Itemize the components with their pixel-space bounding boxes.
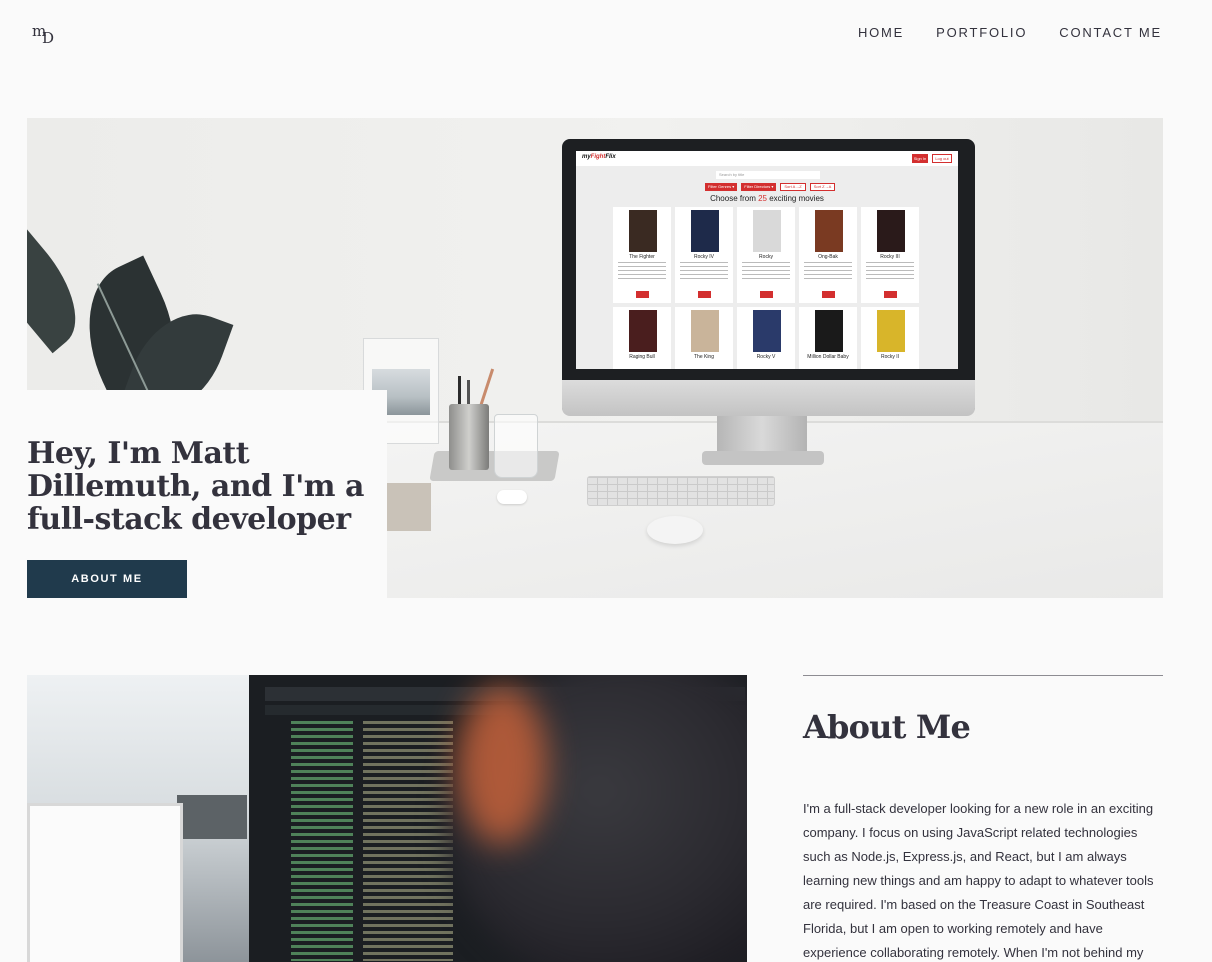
movie-title: The Fighter — [629, 254, 655, 260]
about-text: I'm a full-stack developer looking for a… — [803, 801, 1154, 960]
movie-poster — [815, 310, 843, 352]
movie-description — [618, 262, 666, 280]
movie-title: Rocky III — [880, 254, 900, 260]
movie-description — [680, 262, 728, 280]
nav-portfolio-link[interactable]: PORTFOLIO — [936, 25, 1027, 40]
movie-poster — [629, 310, 657, 352]
movie-card: Rocky — [737, 207, 795, 303]
nav-contact-link[interactable]: CONTACT ME — [1059, 25, 1162, 40]
notebook — [387, 483, 431, 531]
movie-poster — [691, 310, 719, 352]
movie-card: Rocky V — [737, 307, 795, 369]
movie-poster — [691, 210, 719, 252]
hero-title: Hey, I'm Matt Dillemuth, and I'm a full-… — [27, 436, 364, 537]
movie-poster — [815, 210, 843, 252]
monitor-stand-base — [702, 451, 824, 465]
about-title: About Me — [803, 708, 971, 746]
movie-title: Rocky II — [880, 354, 900, 360]
movie-title: Raging Bull — [629, 354, 655, 360]
movie-view-button — [760, 291, 773, 298]
movie-description — [866, 262, 914, 280]
screen-filter: Filter Directors ▾ — [741, 183, 777, 191]
screen-brand-accent: Fight — [590, 154, 606, 160]
main-nav: HOME PORTFOLIO CONTACT ME — [858, 25, 1162, 40]
movie-view-button — [698, 291, 711, 298]
screen-logout-button: Log out — [932, 154, 952, 163]
movie-view-button — [636, 291, 649, 298]
movie-poster — [629, 210, 657, 252]
movie-description — [804, 262, 852, 280]
screen-signin-button: Sign In — [912, 154, 928, 163]
screen-heading-suffix: exciting movies — [767, 194, 824, 203]
movie-poster — [753, 310, 781, 352]
movie-card: The King — [675, 307, 733, 369]
monitor-stand — [717, 416, 807, 456]
hero-intro-card: Hey, I'm Matt Dillemuth, and I'm a full-… — [27, 390, 387, 598]
screen-brand-prefix: my — [582, 154, 591, 160]
movie-card: Raging Bull — [613, 307, 671, 369]
about-image-laptop — [27, 803, 183, 962]
movie-card: Rocky II — [861, 307, 919, 369]
movie-poster — [877, 210, 905, 252]
movie-view-button — [884, 291, 897, 298]
movie-description — [742, 262, 790, 280]
screen-heading-prefix: Choose from — [710, 194, 759, 203]
screen-filters: Filter Genres ▾ Filter Directors ▾ Sort … — [705, 183, 836, 191]
screen-filter: Filter Genres ▾ — [705, 183, 738, 191]
pen-cup — [449, 404, 489, 470]
site-logo[interactable]: m D — [32, 24, 56, 50]
about-image-sign — [177, 795, 247, 839]
earbuds — [497, 490, 527, 504]
screen-movie-grid: The Fighter Rocky IV Rocky Ong-Bak Rocky… — [613, 207, 919, 369]
movie-title: Million Dollar Baby — [807, 354, 849, 360]
about-image — [27, 675, 747, 962]
screen-filter: Sort Z→A — [809, 183, 836, 191]
movie-title: Rocky IV — [693, 254, 714, 260]
screen-brand-suffix: Flix — [605, 154, 616, 160]
about-image-ear — [457, 685, 547, 845]
mouse — [647, 516, 703, 544]
movie-title: The King — [693, 354, 714, 360]
movie-title: Rocky — [759, 254, 773, 260]
screen-heading: Choose from 25 exciting movies — [576, 194, 958, 203]
monitor-chin — [562, 380, 975, 416]
movie-poster — [877, 310, 905, 352]
movie-poster — [753, 210, 781, 252]
movie-title: Ong-Bak — [818, 254, 838, 260]
about-divider — [803, 675, 1163, 676]
logo-d: D — [42, 29, 55, 47]
movie-card: The Fighter — [613, 207, 671, 303]
movie-title: Rocky V — [756, 354, 776, 360]
movie-card: Rocky IV — [675, 207, 733, 303]
movie-card: Ong-Bak — [799, 207, 857, 303]
screen-brand: myFightFlix — [582, 154, 616, 160]
screen-heading-count: 25 — [758, 194, 767, 203]
movie-card: Million Dollar Baby — [799, 307, 857, 369]
screen-topbar: myFightFlix Sign In Log out — [576, 151, 958, 166]
about-me-button[interactable]: ABOUT ME — [27, 560, 187, 598]
screen-filter: Sort A→Z — [780, 183, 806, 191]
keyboard — [587, 476, 775, 506]
monitor-screen: myFightFlix Sign In Log out Search by ti… — [576, 151, 958, 369]
movie-view-button — [822, 291, 835, 298]
screen-search: Search by title — [716, 171, 820, 179]
glass — [494, 414, 538, 478]
nav-home-link[interactable]: HOME — [858, 25, 904, 40]
movie-card: Rocky III — [861, 207, 919, 303]
